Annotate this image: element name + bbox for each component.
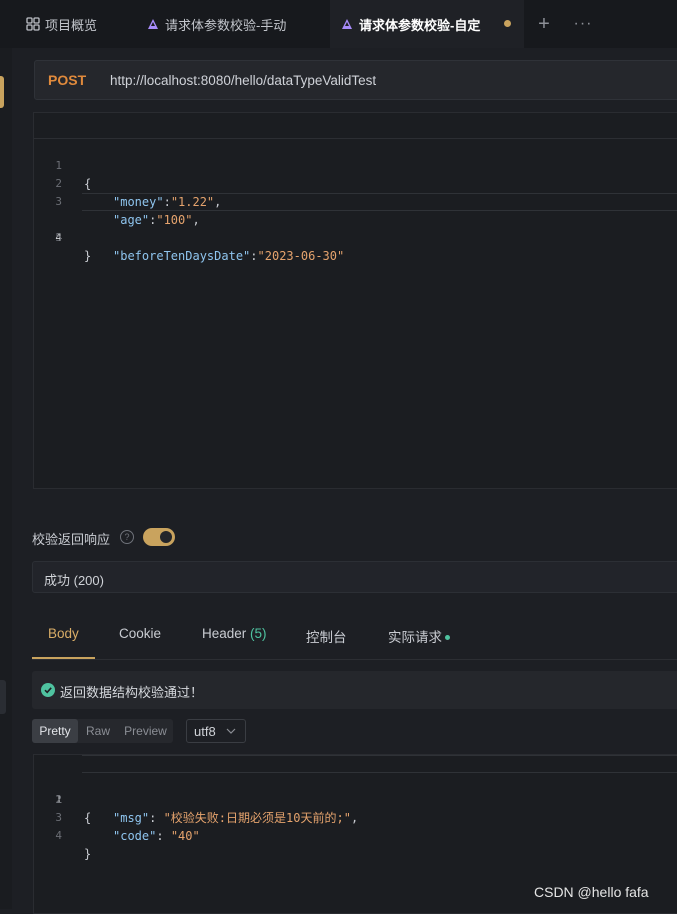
tab-header-label: Header — [202, 626, 247, 641]
tab-console[interactable]: 控制台 — [306, 626, 347, 646]
response-status-select[interactable]: 成功 (200) — [32, 561, 677, 593]
line-number: 5 — [55, 231, 62, 244]
more-tabs-button[interactable]: ··· — [572, 12, 594, 36]
validation-result-text: 返回数据结构校验通过！ — [60, 685, 204, 700]
tab-cookie[interactable]: Cookie — [119, 626, 161, 641]
tab-label: 请求体参数校验-手动 — [165, 17, 287, 33]
code-line: 2 "msg": "校验失败:日期必须是10天前的;", — [34, 773, 677, 825]
code-line: 4 } — [34, 809, 677, 861]
format-pretty-button[interactable]: Pretty — [32, 719, 78, 743]
response-tabs: Body Cookie Header (5) 控制台 实际请求 — [32, 610, 677, 660]
code-line: 2 "money":"1.22", — [34, 157, 677, 209]
status-selected-value: 成功 (200) — [44, 573, 104, 588]
json-key: "beforeTenDaysDate" — [113, 249, 251, 263]
tab-body[interactable]: Body — [48, 626, 79, 641]
validate-response-toggle[interactable] — [143, 528, 175, 546]
line-number: 4 — [55, 829, 62, 842]
code-line: 1 { — [34, 139, 677, 191]
check-circle-icon — [41, 683, 55, 697]
response-format-switcher: Pretty Raw Preview — [32, 719, 173, 743]
api-icon — [146, 17, 160, 31]
tab-actual-request-label: 实际请求 — [388, 630, 442, 645]
tab-label: 项目概览 — [45, 17, 98, 33]
request-body-editor[interactable]: 1 { 2 "money":"1.22", 3 "age":"100", 4 "… — [33, 112, 677, 489]
unsaved-dot-icon — [504, 20, 511, 27]
encoding-select[interactable]: utf8 — [186, 719, 246, 743]
left-sidebar-edge — [0, 48, 12, 909]
sidebar-active-indicator — [0, 76, 4, 108]
url-input[interactable]: http://localhost:8080/hello/dataTypeVali… — [110, 73, 376, 88]
active-line-highlight — [82, 755, 677, 773]
editor-toolbar — [34, 113, 677, 139]
code-line: 5 } — [34, 211, 677, 263]
json-value: "40" — [170, 829, 200, 843]
format-raw-button[interactable]: Raw — [79, 719, 117, 743]
tab-label: 请求体参数校验-自定 — [359, 17, 481, 33]
help-icon[interactable]: ? — [120, 530, 134, 544]
code-line-active: 1 { — [34, 755, 677, 825]
http-method-selector[interactable]: POST — [48, 72, 86, 88]
json-colon: : — [250, 249, 258, 263]
tab-request-custom[interactable]: 请求体参数校验-自定 — [330, 0, 524, 48]
validate-response-label: 校验返回响应 — [32, 532, 111, 547]
code-line: 3 "code": "40" — [34, 791, 677, 843]
chevron-down-icon — [226, 724, 236, 734]
tab-header[interactable]: Header (5) — [202, 626, 267, 641]
tab-request-manual[interactable]: 请求体参数校验-手动 — [136, 0, 330, 48]
brace: } — [84, 847, 92, 861]
validation-result-banner: 返回数据结构校验通过！ — [32, 671, 677, 709]
json-colon: : — [156, 829, 171, 843]
toggle-knob — [160, 531, 172, 543]
json-key: "code" — [113, 829, 157, 843]
active-tab-underline — [32, 657, 95, 659]
watermark-text: CSDN @hello fafa — [534, 884, 649, 900]
request-body-code: 1 { 2 "money":"1.22", 3 "age":"100", 4 "… — [34, 139, 677, 263]
tab-actual-request[interactable]: 实际请求 — [388, 626, 450, 646]
code-line: 3 "age":"100", — [34, 175, 677, 227]
format-preview-button[interactable]: Preview — [118, 719, 173, 743]
tab-project-overview[interactable]: 项目概览 — [0, 0, 136, 48]
header-count-badge: (5) — [250, 626, 267, 641]
active-line-highlight — [82, 193, 677, 211]
response-body-code: 1 { 2 "msg": "校验失败:日期必须是10天前的;", 3 "code… — [34, 755, 677, 861]
brace: } — [84, 249, 92, 263]
sidebar-collapse-handle[interactable] — [0, 680, 6, 714]
api-icon — [340, 17, 354, 31]
code-line-active: 4 "beforeTenDaysDate":"2023-06-30" — [34, 193, 677, 263]
grid-icon — [26, 17, 40, 31]
status-dot-icon — [445, 634, 450, 640]
tab-bar: 项目概览 请求体参数校验-手动 请求体参数校验-自定 + ··· — [0, 0, 677, 48]
json-value: "2023-06-30" — [257, 249, 345, 263]
new-tab-button[interactable]: + — [534, 12, 554, 36]
encoding-value: utf8 — [194, 724, 216, 739]
request-url-bar[interactable]: POST http://localhost:8080/hello/dataTyp… — [34, 60, 677, 100]
